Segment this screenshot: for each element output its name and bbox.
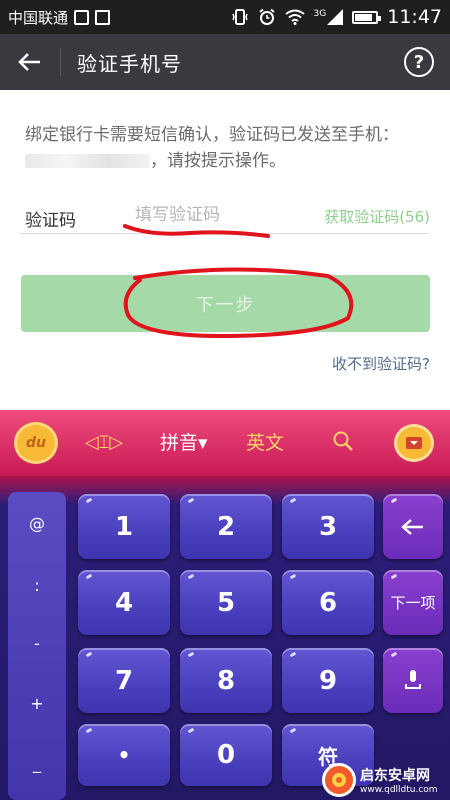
voice-input-key[interactable] — [383, 648, 443, 713]
baidu-ime-logo[interactable]: du — [14, 422, 58, 464]
key-1[interactable]: 1 — [78, 494, 170, 559]
sms-info-prefix: 绑定银行卡需要短信确认，验证码已发送至手机： — [25, 125, 399, 145]
side-key-minus[interactable]: - — [8, 634, 66, 653]
alarm-icon — [258, 8, 275, 25]
key-0[interactable]: 0 — [180, 724, 272, 786]
back-button[interactable] — [0, 34, 60, 90]
chevron-down-icon — [406, 437, 422, 449]
hide-keyboard-button[interactable] — [394, 424, 434, 462]
notification-icon — [95, 9, 111, 25]
side-key-underscore[interactable]: _ — [8, 754, 66, 773]
main-content: 绑定银行卡需要短信确认，验证码已发送至手机： ，请按提示操作。 验证码 获取验证码… — [0, 90, 450, 410]
page-title: 验证手机号 — [77, 51, 182, 76]
network-type: 3G — [313, 9, 327, 19]
pinyin-mode-button[interactable]: 拼音▾ — [160, 428, 208, 455]
key-2[interactable]: 2 — [180, 494, 272, 559]
key-9[interactable]: 9 — [282, 648, 374, 713]
sms-info-suffix: ，请按提示操作。 — [150, 151, 286, 171]
symbol-side-column[interactable]: @ : - + _ — [8, 492, 66, 800]
image-notification-icon — [74, 9, 90, 25]
help-button[interactable]: ? — [404, 47, 434, 77]
masked-phone-number — [25, 154, 150, 168]
microphone-icon — [405, 669, 421, 689]
english-mode-button[interactable]: 英文 — [246, 428, 284, 455]
key-4[interactable]: 4 — [78, 570, 170, 635]
backspace-key[interactable] — [383, 494, 443, 559]
next-step-button[interactable]: 下一步 — [21, 275, 430, 332]
code-label: 验证码 — [25, 211, 76, 231]
header-divider — [60, 48, 61, 76]
get-code-button[interactable]: 获取验证码(56) — [324, 206, 430, 227]
battery-icon — [352, 10, 382, 24]
clock: 11:47 — [387, 6, 442, 28]
signal-icon: 3G — [314, 9, 344, 25]
verification-code-row: 验证码 获取验证码(56) — [20, 194, 430, 234]
side-key-at[interactable]: @ — [8, 514, 66, 533]
key-8[interactable]: 8 — [180, 648, 272, 713]
key-5[interactable]: 5 — [180, 570, 272, 635]
app-header: 验证手机号 ? — [0, 34, 450, 90]
watermark-url: www.qdlldtu.com — [360, 785, 438, 795]
watermark-logo-icon — [322, 763, 356, 797]
status-icons: 3G 11:47 — [231, 6, 442, 28]
search-icon[interactable] — [332, 430, 354, 452]
carrier-info: 中国联通 — [8, 7, 111, 28]
key-6[interactable]: 6 — [282, 570, 374, 635]
watermark-name: 启东安卓网 — [360, 768, 430, 784]
dot-key[interactable]: • — [78, 724, 170, 786]
side-key-plus[interactable]: + — [8, 694, 66, 713]
status-bar: 中国联通 3G 11:47 — [0, 0, 450, 34]
site-watermark: 启东安卓网 www.qdlldtu.com — [322, 760, 450, 800]
cursor-move-icon[interactable]: ◁⌶▷ — [85, 428, 124, 456]
key-7[interactable]: 7 — [78, 648, 170, 713]
next-item-key[interactable]: 下一项 — [383, 570, 443, 635]
carrier-name: 中国联通 — [8, 8, 69, 27]
wifi-icon — [284, 9, 305, 25]
arrow-left-icon — [18, 53, 40, 71]
sms-info-text: 绑定银行卡需要短信确认，验证码已发送至手机： ，请按提示操作。 — [25, 122, 425, 174]
side-key-colon[interactable]: : — [8, 576, 66, 595]
vibrate-icon — [231, 9, 248, 25]
backspace-icon — [401, 518, 423, 535]
verification-code-input[interactable] — [135, 200, 285, 230]
no-code-link[interactable]: 收不到验证码? — [332, 353, 430, 374]
key-3[interactable]: 3 — [282, 494, 374, 559]
keyboard-toolbar: du ◁⌶▷ 拼音▾ 英文 — [0, 410, 450, 476]
